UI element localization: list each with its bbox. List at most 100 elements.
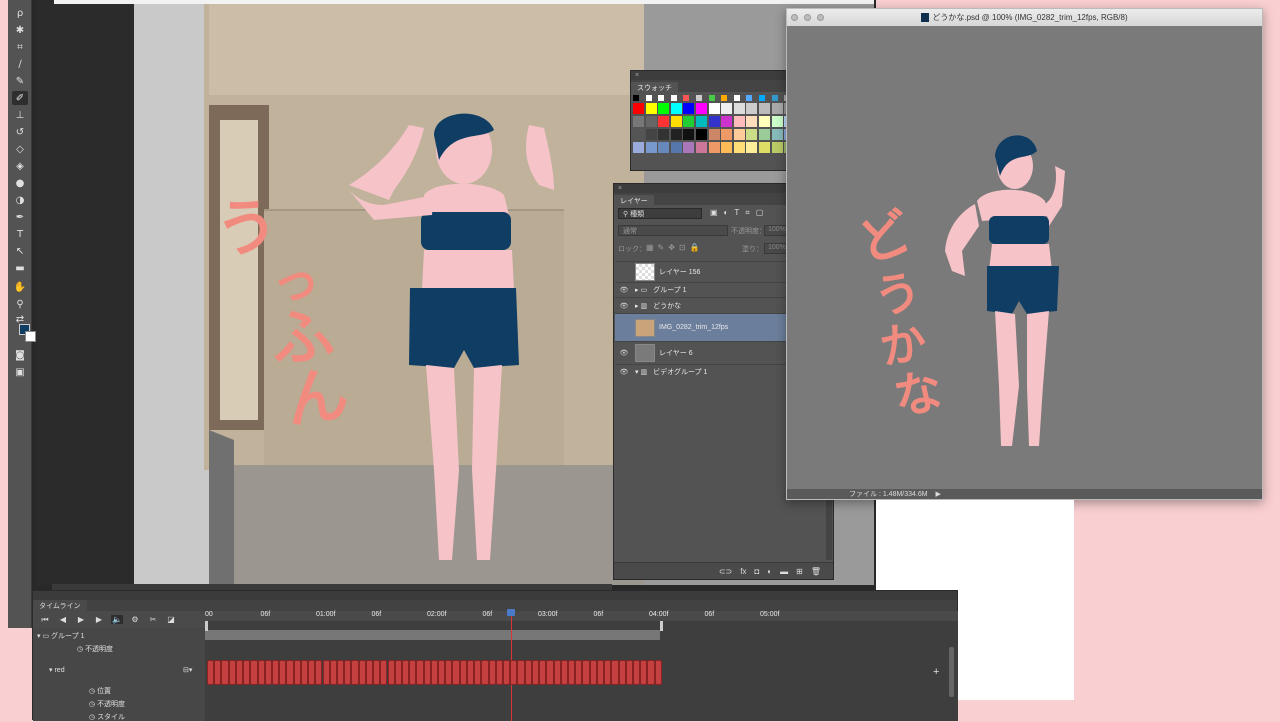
video-clip[interactable]	[632, 660, 641, 685]
video-clip[interactable]	[604, 660, 612, 685]
color-swatch[interactable]	[670, 103, 682, 114]
rectangle-tool-icon[interactable]: ▬	[12, 261, 28, 275]
video-clip[interactable]	[647, 660, 655, 685]
quick-mask-icon[interactable]: ◙	[12, 348, 28, 362]
color-swatch[interactable]	[696, 95, 702, 101]
video-clip[interactable]	[243, 660, 251, 685]
brush-tool-icon[interactable]: ✐	[12, 91, 28, 105]
magic-wand-tool-icon[interactable]: ✱	[12, 23, 28, 37]
close-icon[interactable]: ×	[635, 72, 639, 79]
status-arrow-icon[interactable]: ▶	[936, 491, 941, 498]
color-swatch[interactable]	[721, 142, 733, 153]
video-clip[interactable]	[539, 660, 547, 685]
video-clip[interactable]	[409, 660, 417, 685]
video-clip[interactable]	[207, 660, 215, 685]
lasso-tool-icon[interactable]: ρ	[12, 6, 28, 20]
pen-tool-icon[interactable]: ✒	[12, 210, 28, 224]
video-clip[interactable]	[221, 660, 229, 685]
video-clip[interactable]	[257, 660, 265, 685]
video-clip[interactable]	[322, 660, 330, 685]
color-swatch[interactable]	[771, 95, 778, 101]
color-swatch[interactable]	[696, 103, 707, 114]
color-swatch[interactable]	[721, 103, 733, 114]
color-swatch[interactable]	[746, 116, 758, 127]
video-clip[interactable]	[488, 660, 496, 685]
video-clip[interactable]	[438, 660, 446, 685]
color-swatch[interactable]	[708, 116, 720, 127]
video-clip[interactable]	[524, 660, 532, 685]
color-swatch[interactable]	[733, 116, 745, 127]
visibility-eye-icon[interactable]: 👁	[615, 349, 633, 357]
color-swatch[interactable]	[658, 116, 670, 127]
color-swatch[interactable]	[645, 116, 657, 127]
folder-icon[interactable]: ▸ ▭	[635, 286, 647, 294]
video-clip[interactable]	[358, 660, 366, 685]
color-swatch[interactable]	[759, 116, 770, 127]
folder-icon[interactable]: ▬	[780, 567, 788, 576]
color-swatch[interactable]	[733, 142, 745, 153]
close-window-button[interactable]	[791, 14, 798, 21]
clone-stamp-tool-icon[interactable]: ⊥	[12, 108, 28, 122]
playhead-handle[interactable]	[507, 609, 515, 616]
color-swatch[interactable]	[759, 129, 770, 140]
blur-tool-icon[interactable]: ●	[12, 176, 28, 190]
color-swatch[interactable]	[633, 142, 644, 153]
color-swatch[interactable]	[670, 142, 682, 153]
history-brush-tool-icon[interactable]: ↺	[12, 125, 28, 139]
video-clip[interactable]	[293, 660, 301, 685]
video-clip[interactable]	[394, 660, 402, 685]
property-opacity-group[interactable]: ◷ 不透明度	[77, 644, 113, 654]
color-swatch[interactable]	[746, 142, 758, 153]
video-clip[interactable]	[517, 660, 525, 685]
color-swatch[interactable]	[721, 129, 733, 140]
video-clip[interactable]	[300, 660, 309, 685]
hand-tool-icon[interactable]: ✋	[12, 280, 28, 294]
video-clip[interactable]	[286, 660, 294, 685]
adjustment-icon[interactable]: ◐	[767, 567, 772, 576]
audio-icon[interactable]: 🔈	[111, 615, 123, 624]
video-clip[interactable]	[582, 660, 590, 685]
healing-brush-tool-icon[interactable]: ✎	[12, 74, 28, 88]
settings-gear-icon[interactable]: ⚙	[129, 615, 141, 624]
paint-bucket-tool-icon[interactable]: ◈	[12, 159, 28, 173]
color-swatch[interactable]	[746, 129, 758, 140]
color-swatch[interactable]	[645, 103, 657, 114]
video-clip[interactable]	[279, 660, 287, 685]
document-canvas[interactable]: ど う か な	[787, 26, 1262, 489]
color-swatch[interactable]	[721, 116, 733, 127]
color-swatch[interactable]	[759, 95, 765, 101]
video-clip[interactable]	[495, 660, 503, 685]
color-swatch[interactable]	[708, 95, 715, 101]
video-clip[interactable]	[589, 660, 597, 685]
color-swatch[interactable]	[683, 142, 695, 153]
dodge-tool-icon[interactable]: ◑	[12, 193, 28, 207]
video-clip[interactable]	[553, 660, 561, 685]
color-swatch[interactable]	[733, 129, 745, 140]
color-swatch[interactable]	[771, 103, 783, 114]
close-icon[interactable]: ×	[618, 185, 622, 192]
layer-filter-icons[interactable]: ▣◐T⌗▢	[710, 208, 769, 218]
trash-icon[interactable]: 🗑	[811, 567, 821, 576]
color-swatch[interactable]	[708, 142, 720, 153]
video-clip[interactable]	[568, 660, 576, 685]
work-area-start-handle[interactable]	[205, 621, 208, 631]
video-clip[interactable]	[625, 660, 633, 685]
transition-icon[interactable]: ◪	[165, 615, 177, 624]
eyedropper-tool-icon[interactable]: ∕	[12, 57, 28, 71]
previous-frame-icon[interactable]: ◀	[57, 615, 69, 624]
crop-tool-icon[interactable]: ⌗	[12, 40, 28, 54]
video-clip[interactable]	[481, 660, 489, 685]
group-track-label[interactable]: ▾ ▭ グループ 1	[37, 631, 84, 641]
video-clip[interactable]	[373, 660, 381, 685]
color-swatch[interactable]	[759, 103, 770, 114]
property-opacity-red[interactable]: ◷ 不透明度	[89, 699, 125, 709]
video-clip[interactable]	[466, 660, 475, 685]
split-scissors-icon[interactable]: ✂	[147, 615, 159, 624]
color-swatch[interactable]	[683, 129, 695, 140]
property-position[interactable]: ◷ 位置	[89, 686, 111, 696]
video-clip[interactable]	[560, 660, 568, 685]
color-swatch[interactable]	[633, 116, 644, 127]
timeline-ruler[interactable]: 00 06f 01:00f 06f 02:00f 06f 03:00f 06f 04:00f 06…	[205, 611, 958, 621]
video-clip[interactable]	[445, 660, 453, 685]
color-swatch[interactable]	[633, 95, 639, 101]
